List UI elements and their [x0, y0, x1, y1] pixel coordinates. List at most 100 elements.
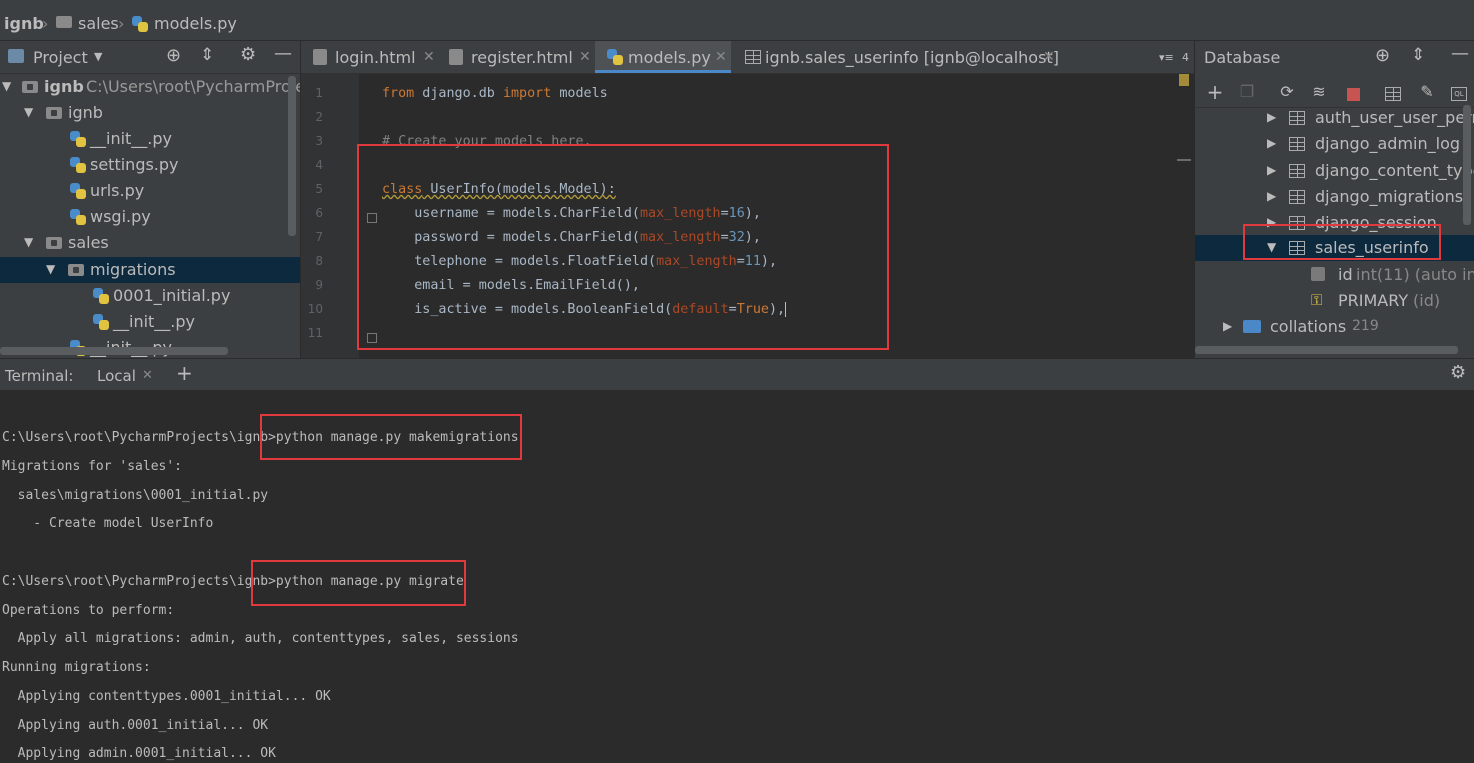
project-panel-title[interactable]: Project: [33, 48, 88, 67]
tree-item-folder-selected[interactable]: ▼ migrations: [0, 257, 300, 283]
db-table-item[interactable]: ▶ django_admin_log: [1195, 131, 1474, 157]
close-icon[interactable]: ✕: [142, 368, 153, 383]
tree-item-file[interactable]: settings.py: [0, 152, 300, 178]
tree-item-folder[interactable]: ▼ ignb: [0, 100, 300, 126]
chevron-down-icon[interactable]: ▼: [2, 79, 11, 93]
breadcrumb-item-file[interactable]: models.py: [154, 14, 237, 33]
db-column-label: id: [1338, 265, 1353, 284]
db-table-label: django_migrations: [1315, 187, 1464, 206]
chevron-right-icon[interactable]: ▶: [1267, 189, 1276, 203]
scroll-marker[interactable]: [1177, 159, 1191, 161]
dropdown-arrow-icon[interactable]: ▼: [94, 50, 102, 63]
db-column-type: int(11) (auto incr: [1356, 265, 1474, 284]
table-editor-icon[interactable]: [1385, 87, 1401, 101]
horizontal-scrollbar[interactable]: [0, 347, 228, 355]
tree-item-file[interactable]: wsgi.py: [0, 204, 300, 230]
chevron-down-icon[interactable]: ▼: [24, 235, 33, 249]
highlight-box-model-code: [357, 144, 889, 350]
breadcrumb-item-sales[interactable]: sales: [78, 14, 119, 33]
tab-overflow-icon[interactable]: ▾≡: [1159, 51, 1174, 64]
terminal-title: Terminal:: [5, 367, 74, 385]
tab-overflow-count: 4: [1182, 51, 1189, 64]
chevron-right-icon: ›: [118, 14, 125, 33]
folder-icon: [46, 237, 62, 249]
sql-console-icon[interactable]: QL: [1451, 87, 1467, 101]
folder-icon: [1243, 320, 1261, 333]
collapse-all-icon[interactable]: ⇕: [1411, 45, 1425, 65]
tree-item-label: sales: [68, 233, 109, 252]
db-table-item[interactable]: ▶ auth_user_user_permi: [1195, 105, 1474, 131]
tree-item-file[interactable]: __init__.py: [0, 309, 300, 335]
terminal-line: Applying contenttypes.0001_initial... OK: [2, 689, 331, 704]
terminal-line: Running migrations:: [2, 660, 151, 675]
tree-item-label: __init__.py: [113, 312, 196, 331]
db-folder-item[interactable]: ▶ collations 219: [1195, 314, 1474, 340]
highlight-box-migrate: [251, 560, 466, 606]
db-key-label: PRIMARY: [1338, 291, 1409, 310]
terminal-tab-local[interactable]: Local: [97, 367, 136, 385]
python-file-icon: [70, 209, 86, 225]
tab-login-html[interactable]: login.html ✕: [305, 41, 435, 73]
chevron-right-icon[interactable]: ▶: [1267, 163, 1276, 177]
minimize-icon[interactable]: —: [274, 43, 292, 64]
table-icon: [1289, 137, 1305, 151]
chevron-down-icon[interactable]: ▼: [24, 105, 33, 119]
db-table-label: django_admin_log: [1315, 134, 1461, 153]
highlight-box-table: [1243, 224, 1441, 260]
chevron-right-icon[interactable]: ▶: [1267, 110, 1276, 124]
close-icon[interactable]: ✕: [579, 49, 591, 65]
add-icon[interactable]: +: [176, 361, 193, 385]
tab-models-py[interactable]: models.py ✕: [595, 41, 731, 73]
python-file-icon: [132, 16, 148, 32]
crosshair-icon[interactable]: ⊕: [166, 45, 181, 66]
tree-item-path: C:\Users\root\PycharmProjec: [86, 77, 300, 96]
db-table-label: django_content_type: [1315, 161, 1474, 180]
close-icon[interactable]: ✕: [715, 49, 727, 65]
warning-stripe-marker[interactable]: [1179, 74, 1189, 86]
chevron-right-icon[interactable]: ▶: [1267, 136, 1276, 150]
chevron-down-icon[interactable]: ▼: [46, 262, 55, 276]
chevron-right-icon[interactable]: ▶: [1223, 319, 1232, 333]
close-icon[interactable]: ✕: [1043, 49, 1055, 65]
db-table-item[interactable]: ▶ django_content_type: [1195, 158, 1474, 184]
crosshair-icon[interactable]: ⊕: [1375, 45, 1390, 66]
edit-icon[interactable]: ✎: [1417, 82, 1437, 102]
code-line: from django.db import models: [382, 86, 608, 101]
table-icon: [1289, 111, 1305, 125]
copy-icon[interactable]: ❐: [1237, 82, 1257, 102]
database-toolbar: + ❐ ⟳ ≋ ✎ QL: [1195, 77, 1474, 108]
vertical-scrollbar[interactable]: [1463, 105, 1471, 225]
gear-icon[interactable]: ⚙: [240, 44, 256, 65]
gear-icon[interactable]: ⚙: [1450, 362, 1466, 383]
sync-schema-icon[interactable]: ≋: [1309, 82, 1329, 102]
db-folder-label: collations: [1270, 317, 1347, 336]
minimize-icon[interactable]: —: [1451, 43, 1469, 64]
refresh-icon[interactable]: ⟳: [1277, 82, 1297, 102]
horizontal-scrollbar[interactable]: [1195, 346, 1458, 354]
tree-item-file[interactable]: 0001_initial.py: [0, 283, 300, 309]
db-folder-count: 219: [1352, 318, 1379, 334]
tree-item-folder[interactable]: ▼ sales: [0, 230, 300, 256]
tab-table-view[interactable]: ignb.sales_userinfo [ignb@localhost] ✕: [737, 41, 1063, 73]
vertical-scrollbar[interactable]: [288, 76, 296, 236]
db-column-item[interactable]: id int(11) (auto incr: [1195, 262, 1474, 288]
html-file-icon: [449, 49, 463, 65]
collapse-all-icon[interactable]: ⇕: [200, 45, 214, 65]
highlight-box-makemigrations: [260, 414, 522, 460]
db-key-item[interactable]: ⚿ PRIMARY (id): [1195, 288, 1474, 314]
breadcrumb-item-project[interactable]: ignb: [4, 14, 44, 33]
python-file-icon: [70, 157, 86, 173]
html-file-icon: [313, 49, 327, 65]
folder-icon: [56, 16, 72, 28]
tree-item-label: 0001_initial.py: [113, 286, 231, 305]
stop-icon[interactable]: [1347, 88, 1360, 101]
add-icon[interactable]: +: [1205, 82, 1225, 102]
tab-register-html[interactable]: register.html ✕: [441, 41, 591, 73]
project-panel-header: Project ▼ ⊕ ⇕ ⚙ —: [0, 41, 300, 74]
tree-item-file[interactable]: urls.py: [0, 178, 300, 204]
tree-item-project-root[interactable]: ▼ ignb C:\Users\root\PycharmProjec: [0, 74, 300, 100]
tree-item-file[interactable]: __init__.py: [0, 126, 300, 152]
close-icon[interactable]: ✕: [423, 49, 435, 65]
navigation-bar: ignb › sales › models.py: [0, 0, 1474, 41]
db-table-item[interactable]: ▶ django_migrations: [1195, 184, 1474, 210]
